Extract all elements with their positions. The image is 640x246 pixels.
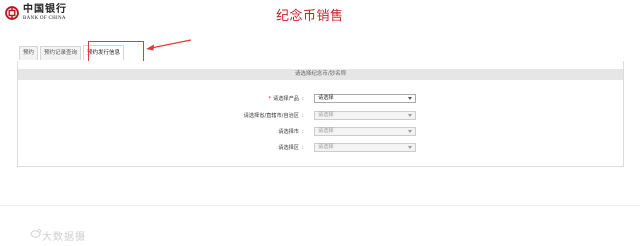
colon: : — [302, 96, 304, 102]
weibo-watermark-icon — [30, 229, 42, 238]
province-label: 请选择省/直辖市/自治区 — [243, 113, 299, 119]
form-row-city: 请选择市 : 请选择 — [18, 127, 623, 137]
chevron-down-icon — [408, 97, 412, 100]
divider — [0, 205, 640, 206]
tab-reserve[interactable]: 预约 — [19, 46, 39, 60]
bank-logo[interactable]: 中国银行 BANK OF CHINA — [5, 5, 67, 21]
page-title: 纪念币销售 — [276, 9, 344, 24]
annotation-arrow-icon — [146, 39, 192, 51]
chevron-down-icon — [408, 114, 412, 117]
city-select[interactable]: 请选择 — [314, 127, 416, 136]
district-select[interactable]: 请选择 — [314, 143, 416, 152]
logo-chinese-name: 中国银行 — [23, 4, 67, 15]
colon: : — [302, 129, 304, 135]
district-select-value: 请选择 — [318, 144, 334, 150]
city-label: 请选择市 — [278, 129, 299, 135]
required-mark: * — [268, 96, 272, 102]
chevron-down-icon — [408, 146, 412, 149]
bank-of-china-logo-icon — [5, 6, 19, 20]
chevron-down-icon — [408, 130, 412, 133]
city-select-value: 请选择 — [318, 128, 334, 134]
header: 中国银行 BANK OF CHINA 纪念币销售 — [0, 0, 640, 36]
colon: : — [302, 113, 304, 119]
colon: : — [302, 145, 304, 151]
province-select[interactable]: 请选择 — [314, 111, 416, 120]
product-label: * 请选择产品 — [268, 94, 299, 104]
product-select-value: 请选择 — [318, 95, 334, 101]
logo-text: 中国银行 BANK OF CHINA — [23, 4, 67, 22]
district-label: 请选择区 — [278, 145, 299, 151]
product-select[interactable]: 请选择 — [314, 94, 416, 103]
product-label-text: 请选择产品 — [273, 96, 299, 102]
content-panel: 请选择纪念币/钞名称 * 请选择产品 : 请选择 请选择省/直辖市/自治区 : 请… — [17, 61, 624, 167]
watermark: 大数据摄 — [42, 232, 86, 243]
panel-heading: 请选择纪念币/钞名称 — [18, 69, 623, 80]
form-row-province: 请选择省/直辖市/自治区 : 请选择 — [18, 111, 623, 121]
province-select-value: 请选择 — [318, 112, 334, 118]
form-row-product: * 请选择产品 : 请选择 — [18, 94, 623, 104]
tab-reservation-records[interactable]: 预约记录查询 — [40, 46, 82, 60]
form-row-district: 请选择区 : 请选择 — [18, 143, 623, 153]
annotation-highlight-box — [88, 41, 144, 63]
logo-english-name: BANK OF CHINA — [23, 16, 66, 21]
